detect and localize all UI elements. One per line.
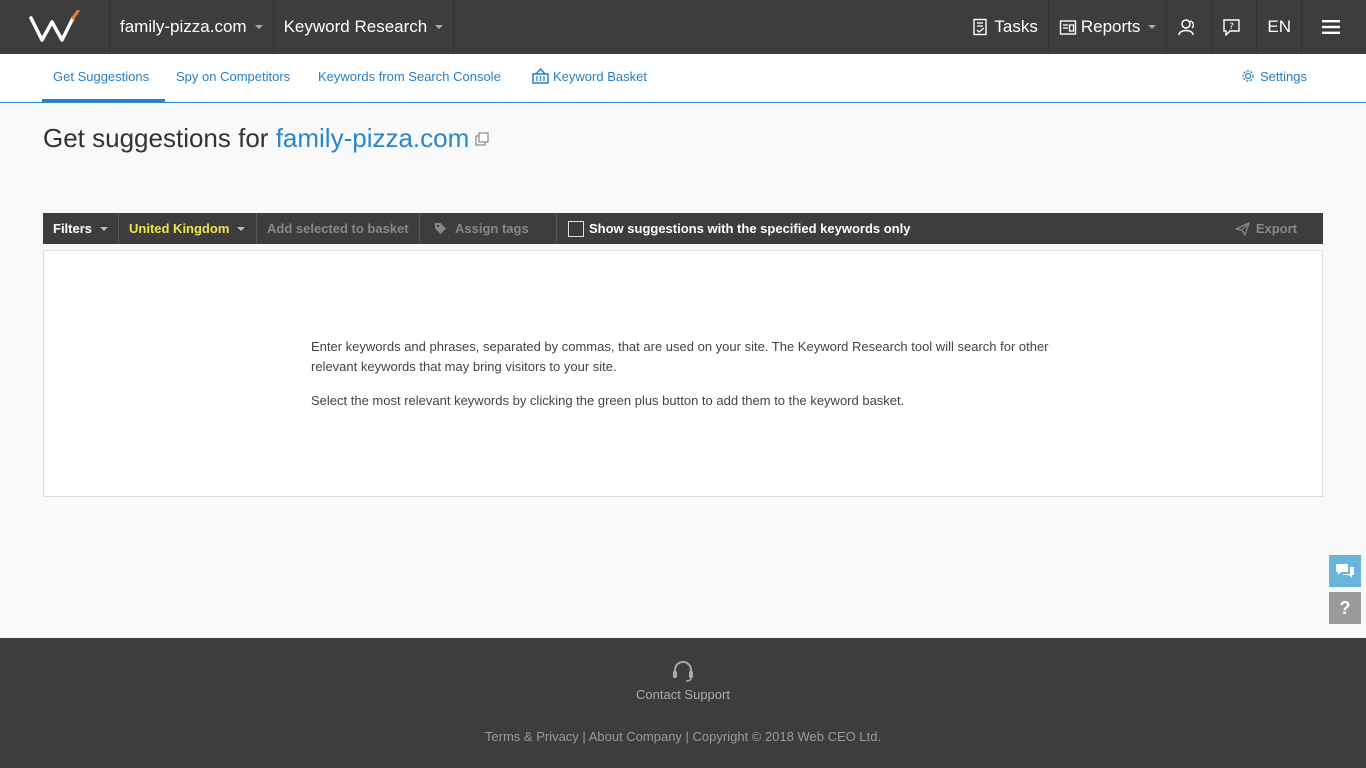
footer-separator: | [578, 729, 589, 744]
results-toolbar: Filters United Kingdom Add selected to b… [43, 213, 1323, 244]
export-label: Export [1255, 221, 1297, 236]
tasks-label: Tasks [994, 17, 1038, 36]
basket-icon [532, 67, 549, 84]
top-right-menu: Tasks Reports ? EN [962, 0, 1366, 54]
page-title-prefix: Get suggestions for [43, 123, 276, 153]
footer-separator: | [681, 729, 693, 744]
headset-icon [673, 661, 693, 682]
main-menu-button[interactable] [1301, 0, 1366, 54]
users-icon [1178, 19, 1195, 36]
language-label: EN [1267, 17, 1291, 36]
about-company-link[interactable]: About Company [589, 729, 682, 744]
project-name: family-pizza.com [120, 17, 247, 36]
tasks-button[interactable]: Tasks [962, 0, 1047, 54]
open-external-icon[interactable] [475, 132, 489, 146]
module-name: Keyword Research [283, 17, 428, 36]
show-specified-keywords-toggle[interactable]: Show suggestions with the specified keyw… [557, 213, 920, 244]
tag-icon [435, 223, 446, 234]
hamburger-menu-icon [1322, 20, 1340, 34]
page-title: Get suggestions for family-pizza.com [43, 123, 489, 154]
add-to-basket-label: Add selected to basket [267, 221, 409, 236]
reports-label: Reports [1080, 17, 1141, 36]
users-button[interactable] [1166, 0, 1211, 54]
filters-label: Filters [53, 221, 93, 236]
footer: Contact Support Terms & Privacy | About … [0, 638, 1366, 768]
help-float-label: ? [1339, 597, 1351, 618]
terms-privacy-link[interactable]: Terms & Privacy [485, 729, 579, 744]
chat-button[interactable] [1329, 555, 1361, 587]
page-title-site[interactable]: family-pizza.com [276, 123, 470, 153]
svg-text:?: ? [1229, 22, 1234, 32]
contact-support-link[interactable]: Contact Support [0, 660, 1366, 702]
module-dropdown[interactable]: Keyword Research [274, 0, 455, 54]
country-label: United Kingdom [129, 221, 230, 236]
tab-label: Keyword Basket [553, 69, 647, 84]
tab-label: Spy on Competitors [176, 69, 291, 84]
settings-label: Settings [1260, 69, 1307, 84]
show-specified-keywords-checkbox[interactable] [568, 220, 584, 237]
country-dropdown[interactable]: United Kingdom [119, 213, 257, 244]
help-button[interactable]: ? [1211, 0, 1256, 54]
assign-tags-label: Assign tags [455, 221, 529, 236]
copyright-text: Copyright © 2018 Web CEO Ltd. [692, 729, 882, 744]
instructions-paragraph: Select the most relevant keywords by cli… [311, 393, 905, 408]
language-selector[interactable]: EN [1256, 0, 1301, 54]
paper-plane-icon [1235, 221, 1250, 236]
tasks-icon [973, 18, 988, 36]
help-float-button[interactable]: ? [1329, 592, 1361, 624]
add-selected-to-basket-button[interactable]: Add selected to basket [257, 213, 420, 244]
suggestions-panel: Enter keywords and phrases, separated by… [43, 250, 1323, 497]
tab-get-suggestions[interactable]: Get Suggestions [42, 54, 165, 102]
chevron-down-icon [435, 25, 444, 29]
empty-state-message: Enter keywords and phrases, separated by… [311, 337, 1071, 411]
project-dropdown[interactable]: family-pizza.com [110, 0, 274, 54]
filters-dropdown[interactable]: Filters [43, 213, 119, 244]
chat-icon [1336, 564, 1354, 578]
show-specified-keywords-label: Show suggestions with the specified keyw… [589, 221, 911, 236]
chevron-down-icon [1148, 25, 1157, 29]
chevron-down-icon [254, 25, 263, 29]
instructions-paragraph: Enter keywords and phrases, separated by… [311, 339, 1049, 374]
tab-spy-on-competitors[interactable]: Spy on Competitors [176, 54, 290, 102]
module-tabs: Get Suggestions Spy on Competitors Keywo… [0, 54, 1366, 103]
webceo-logo[interactable] [0, 0, 110, 54]
footer-links: Terms & Privacy | About Company | Copyri… [0, 729, 1366, 744]
assign-tags-button[interactable]: Assign tags [420, 213, 557, 244]
chevron-down-icon [237, 226, 246, 231]
chevron-down-icon [100, 226, 109, 231]
tab-keyword-basket[interactable]: Keyword Basket [532, 54, 647, 102]
help-icon: ? [1223, 19, 1241, 36]
reports-dropdown[interactable]: Reports [1047, 0, 1167, 54]
contact-support-label: Contact Support [636, 687, 730, 702]
reports-icon [1059, 20, 1077, 35]
tab-label: Keywords from Search Console [318, 69, 501, 84]
gear-icon [1242, 70, 1254, 82]
tab-keywords-from-search-console[interactable]: Keywords from Search Console [318, 54, 501, 102]
export-button[interactable]: Export [1235, 213, 1297, 244]
settings-link[interactable]: Settings [1240, 54, 1307, 102]
top-bar: family-pizza.com Keyword Research Tasks … [0, 0, 1366, 54]
tab-label: Get Suggestions [53, 69, 150, 84]
